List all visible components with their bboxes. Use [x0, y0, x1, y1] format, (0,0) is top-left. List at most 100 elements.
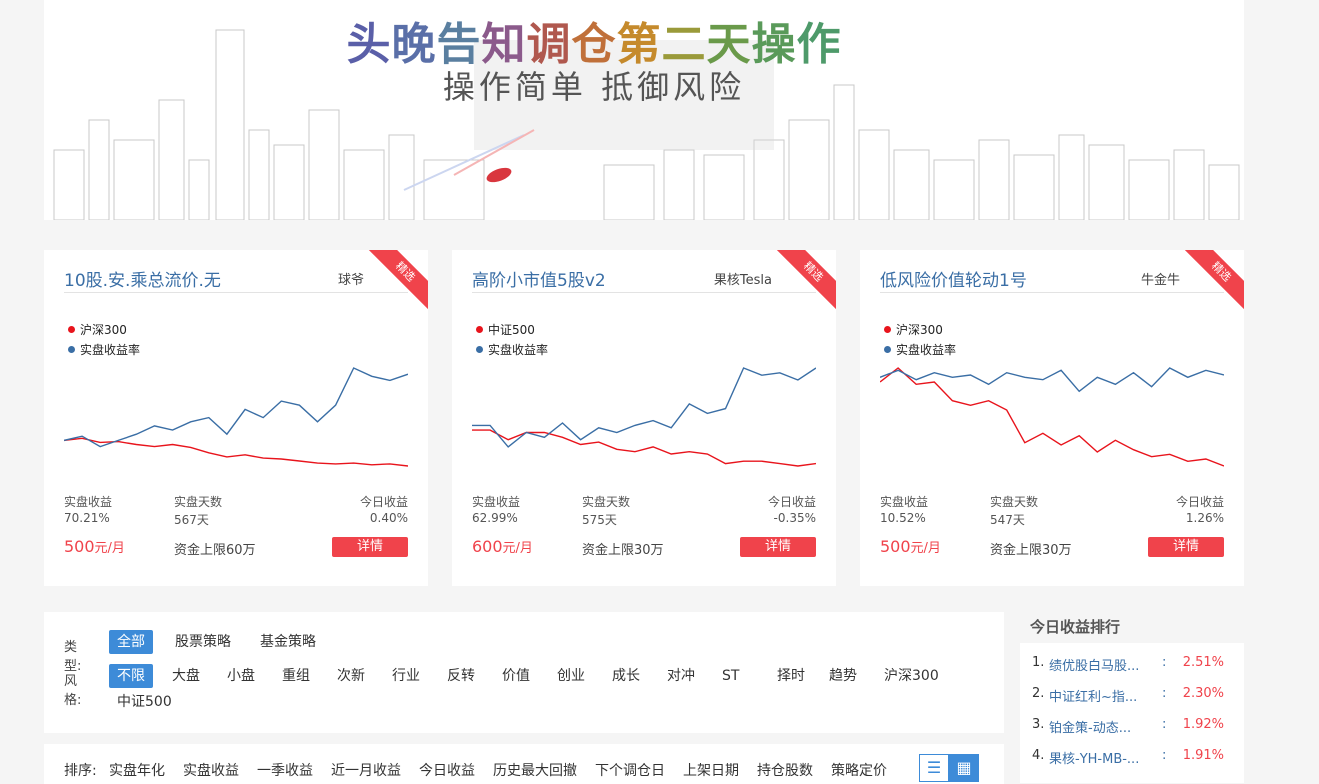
- stat-label: 实盘收益: [472, 495, 521, 509]
- strategy-card[interactable]: 高阶小市值5股v2 果核Tesla 精选 中证500 实盘收益率 实盘收益 62.99% 实盘…: [452, 250, 836, 586]
- style-chip[interactable]: 对冲: [659, 664, 703, 688]
- return-line: [64, 367, 408, 448]
- stat-value: 10.52%: [880, 511, 926, 525]
- strategy-name[interactable]: 高阶小市值5股v2: [472, 266, 606, 291]
- type-label: 类型:: [64, 640, 82, 674]
- sort-option[interactable]: 实盘年化: [109, 760, 165, 780]
- blue-dot-icon: [884, 346, 891, 353]
- style-chip[interactable]: 成长: [604, 664, 648, 688]
- strategy-name[interactable]: 10股.安.乘总流价.无: [64, 266, 221, 291]
- price: 600元/月: [472, 537, 533, 556]
- legend-label: 中证500: [488, 323, 535, 337]
- rank-value: 1.91%: [1182, 748, 1224, 763]
- stat-label: 今日收益: [359, 495, 408, 509]
- rank-strategy-name[interactable]: 中证红利~指...: [1049, 686, 1157, 705]
- detail-button[interactable]: 详情: [332, 537, 408, 557]
- card-header: 低风险价值轮动1号 牛金牛: [880, 266, 1224, 293]
- detail-button[interactable]: 详情: [740, 537, 816, 557]
- rank-strategy-name[interactable]: 绩优股白马股...: [1049, 655, 1157, 674]
- sort-option[interactable]: 实盘收益: [183, 760, 239, 780]
- grid-view-button[interactable]: ▦: [949, 754, 979, 782]
- legend-label: 实盘收益率: [488, 343, 549, 357]
- style-chip[interactable]: ST: [714, 664, 747, 688]
- strategy-author[interactable]: 球爷: [338, 269, 364, 288]
- sort-option[interactable]: 持仓股数: [757, 760, 813, 780]
- sort-option[interactable]: 近一月收益: [331, 760, 401, 780]
- style-chip[interactable]: 不限: [109, 664, 153, 688]
- banner-subtitle: 操作简单 抵御风险: [442, 68, 746, 106]
- red-dot-icon: [884, 326, 891, 333]
- price: 500元/月: [64, 537, 125, 556]
- hero-banner: 头晚告知调仓第二天操作 操作简单 抵御风险: [44, 0, 1244, 220]
- filter-panel: 类型: 全部 股票策略 基金策略 风格: 不限 大盘 小盘 重组 次新 行业 反转 价值 创业成…: [44, 612, 1004, 733]
- legend-item-return: 实盘收益率: [68, 340, 140, 360]
- red-dot-icon: [476, 326, 483, 333]
- sort-option[interactable]: 历史最大回撤: [493, 760, 577, 780]
- style-chip-zz500[interactable]: 中证500: [109, 690, 180, 714]
- chart-legend: 沪深300 实盘收益率: [68, 320, 140, 360]
- stat-value: 70.21%: [64, 511, 110, 525]
- stat-value: -0.35%: [773, 511, 816, 525]
- ranking-list: 1. 绩优股白马股...:2.51% 2. 中证红利~指...:2.30% 3. 铂金策-…: [1020, 643, 1244, 783]
- blue-dot-icon: [476, 346, 483, 353]
- capital-limit: 资金上限30万: [582, 543, 664, 558]
- style-chip[interactable]: 价值: [494, 664, 538, 688]
- sort-option[interactable]: 今日收益: [419, 760, 475, 780]
- return-chart: [880, 367, 1224, 467]
- ranking-row[interactable]: 2. 中证红利~指...:2.30%: [1032, 686, 1236, 706]
- style-chip[interactable]: 择时: [769, 664, 813, 688]
- style-chip[interactable]: 行业: [384, 664, 428, 688]
- stat-label: 今日收益: [1175, 495, 1224, 509]
- sort-option[interactable]: 策略定价: [831, 760, 887, 780]
- style-chip[interactable]: 重组: [274, 664, 318, 688]
- legend-label: 沪深300: [896, 323, 943, 337]
- sort-option[interactable]: 下个调仓日: [595, 760, 665, 780]
- detail-button[interactable]: 详情: [1148, 537, 1224, 557]
- price-unit: 元/月: [910, 541, 941, 556]
- style-chip[interactable]: 反转: [439, 664, 483, 688]
- strategy-author[interactable]: 果核Tesla: [714, 269, 772, 288]
- type-chip-stock[interactable]: 股票策略: [167, 630, 239, 654]
- style-chip[interactable]: 趋势: [821, 664, 865, 688]
- style-chip[interactable]: 沪深300: [876, 664, 947, 688]
- return-chart: [64, 367, 408, 467]
- sort-option[interactable]: 上架日期: [683, 760, 739, 780]
- ranking-row[interactable]: 3. 铂金策-动态...:1.92%: [1032, 717, 1236, 737]
- type-chip-fund[interactable]: 基金策略: [252, 630, 324, 654]
- price-unit: 元/月: [502, 541, 533, 556]
- price-unit: 元/月: [94, 541, 125, 556]
- list-icon: ☰: [926, 758, 942, 777]
- ranking-row[interactable]: 4. 果核-YH-MB-...:1.91%: [1032, 748, 1236, 768]
- stat-label: 实盘收益: [64, 495, 113, 509]
- rank-separator: :: [1162, 655, 1167, 670]
- stat-label: 实盘天数: [174, 495, 223, 509]
- price: 500元/月: [880, 537, 941, 556]
- style-chip[interactable]: 大盘: [164, 664, 208, 688]
- ranking-row[interactable]: 1. 绩优股白马股...:2.51%: [1032, 655, 1236, 675]
- rank-index: 3.: [1032, 717, 1045, 732]
- rank-index: 4.: [1032, 748, 1045, 763]
- stat-label: 今日收益: [767, 495, 816, 509]
- rank-strategy-name[interactable]: 果核-YH-MB-...: [1049, 748, 1157, 767]
- price-amount: 600: [472, 537, 503, 556]
- strategy-card[interactable]: 10股.安.乘总流价.无 球爷 精选 沪深300 实盘收益率 实盘收益 70.21% 实盘天数…: [44, 250, 428, 586]
- strategy-card[interactable]: 低风险价值轮动1号 牛金牛 精选 沪深300 实盘收益率 实盘收益 10.52% 实盘天数 54…: [860, 250, 1244, 586]
- rank-separator: :: [1162, 686, 1167, 701]
- chart-legend: 沪深300 实盘收益率: [884, 320, 956, 360]
- strategy-author[interactable]: 牛金牛: [1141, 269, 1180, 288]
- list-view-button[interactable]: ☰: [919, 754, 949, 782]
- style-chip[interactable]: 次新: [329, 664, 373, 688]
- strategy-name[interactable]: 低风险价值轮动1号: [880, 266, 1027, 291]
- card-header: 高阶小市值5股v2 果核Tesla: [472, 266, 816, 293]
- sort-option[interactable]: 一季收益: [257, 760, 313, 780]
- rank-strategy-name[interactable]: 铂金策-动态...: [1049, 717, 1157, 736]
- legend-item-index: 沪深300: [68, 320, 140, 340]
- stat-label: 实盘天数: [582, 495, 631, 509]
- style-chip[interactable]: 创业: [549, 664, 593, 688]
- rank-separator: :: [1162, 748, 1167, 763]
- style-chip[interactable]: 小盘: [219, 664, 263, 688]
- stat-value: 575天: [582, 513, 617, 527]
- type-chip-all[interactable]: 全部: [109, 630, 153, 654]
- stat-label: 实盘收益: [880, 495, 929, 509]
- sort-label: 排序:: [64, 763, 97, 779]
